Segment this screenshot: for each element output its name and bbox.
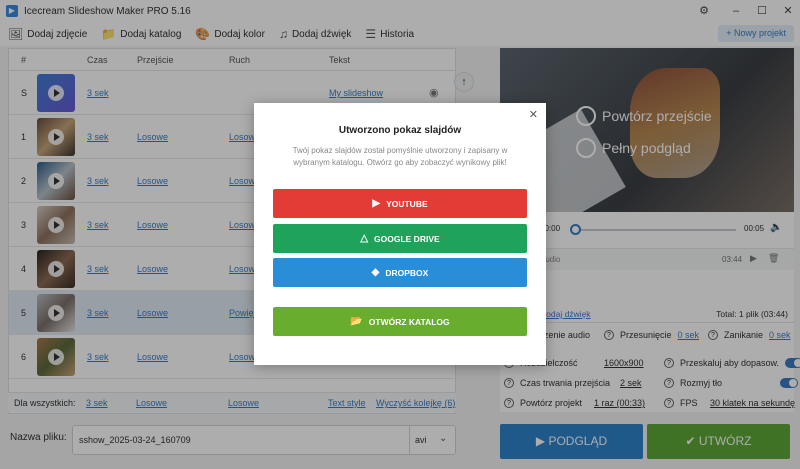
dropbox-icon: ◆ [371,267,380,278]
dialog-description: Twój pokaz slajdów został pomyślnie utwo… [292,146,508,167]
open-folder-label: OTWÓRZ KATALOG [368,316,450,327]
youtube-button[interactable]: ▶ YOUTUBE [273,189,527,218]
folder-icon: 📂 [350,316,363,327]
google-drive-icon: △ [360,233,369,244]
success-dialog: ✕ Utworzono pokaz slajdów Twój pokaz sla… [254,103,546,365]
google-drive-label: GOOGLE DRIVE [374,233,440,244]
dropbox-button[interactable]: ◆ DROPBOX [273,258,527,287]
dropbox-label: DROPBOX [385,267,429,278]
dialog-title: Utworzono pokaz slajdów [338,125,462,136]
youtube-icon: ▶ [372,198,381,209]
google-drive-button[interactable]: △ GOOGLE DRIVE [273,224,527,253]
open-folder-button[interactable]: 📂 OTWÓRZ KATALOG [273,307,527,336]
youtube-label: YOUTUBE [386,198,428,209]
close-icon[interactable]: ✕ [529,108,538,121]
